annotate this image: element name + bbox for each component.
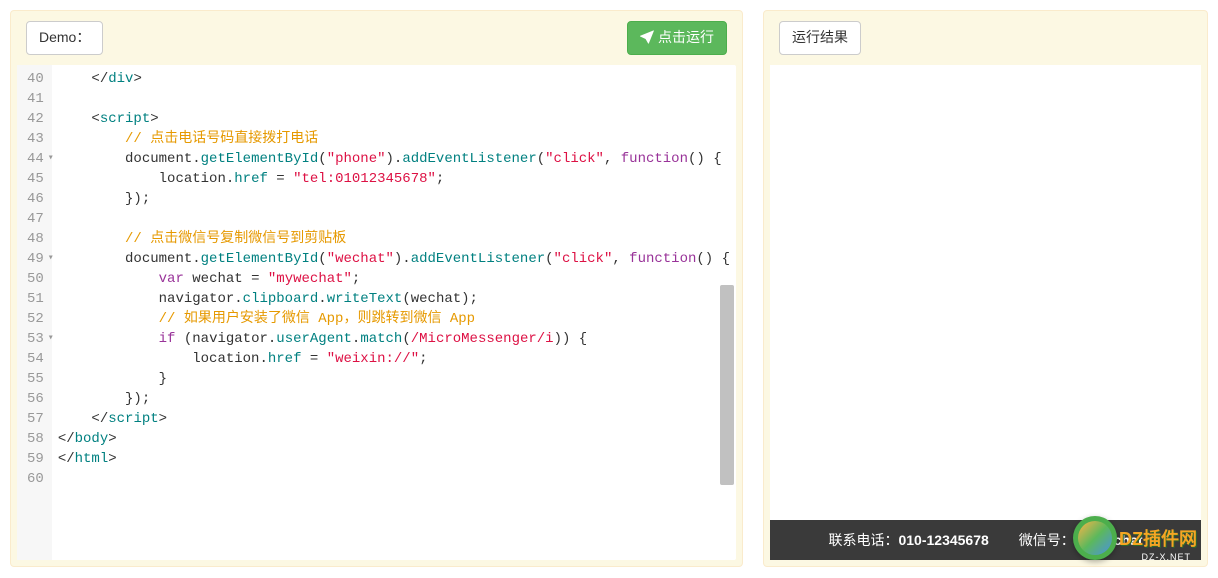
line-number: 57 xyxy=(27,409,44,429)
editor-body: 4041424344454647484950515253545556575859… xyxy=(17,65,736,560)
code-line[interactable]: </script> xyxy=(58,409,730,429)
line-number: 47 xyxy=(27,209,44,229)
line-number: 50 xyxy=(27,269,44,289)
line-number: 53 xyxy=(27,329,44,349)
code-line[interactable] xyxy=(58,89,730,109)
vertical-scrollbar[interactable] xyxy=(720,285,734,485)
line-number: 46 xyxy=(27,189,44,209)
line-number: 40 xyxy=(27,69,44,89)
line-number: 55 xyxy=(27,369,44,389)
run-button-label: 点击运行 xyxy=(658,29,714,45)
line-number: 42 xyxy=(27,109,44,129)
demo-panel: Demo： 点击运行 40414243444546474849505152535… xyxy=(10,10,743,567)
watermark-logo-icon xyxy=(1073,516,1117,560)
code-line[interactable] xyxy=(58,469,730,489)
code-line[interactable]: var wechat = "mywechat"; xyxy=(58,269,730,289)
line-number: 56 xyxy=(27,389,44,409)
code-line[interactable]: </html> xyxy=(58,449,730,469)
line-number: 43 xyxy=(27,129,44,149)
line-number: 49 xyxy=(27,249,44,269)
watermark-subtext: DZ-X.NET xyxy=(1142,552,1192,562)
code-line[interactable]: } xyxy=(58,369,730,389)
code-line[interactable]: }); xyxy=(58,389,730,409)
code-line[interactable]: // 如果用户安装了微信 App，则跳转到微信 App xyxy=(58,309,730,329)
code-line[interactable]: <script> xyxy=(58,109,730,129)
line-number: 44 xyxy=(27,149,44,169)
code-line[interactable]: document.getElementById("wechat").addEve… xyxy=(58,249,730,269)
result-iframe: 联系电话：010-12345678 微信号：mywechat DZ插件网 DZ-… xyxy=(770,65,1201,560)
footer-phone-label: 联系电话： xyxy=(828,532,898,548)
line-number: 51 xyxy=(27,289,44,309)
line-number: 58 xyxy=(27,429,44,449)
code-line[interactable]: if (navigator.userAgent.match(/MicroMess… xyxy=(58,329,730,349)
run-button[interactable]: 点击运行 xyxy=(627,21,727,55)
watermark: DZ插件网 DZ-X.NET xyxy=(1073,516,1197,560)
code-line[interactable]: </body> xyxy=(58,429,730,449)
result-panel-heading: 运行结果 xyxy=(764,11,1207,65)
line-number: 52 xyxy=(27,309,44,329)
demo-label-button[interactable]: Demo： xyxy=(26,21,103,55)
demo-panel-heading: Demo： 点击运行 xyxy=(11,11,742,65)
code-line[interactable]: location.href = "weixin://"; xyxy=(58,349,730,369)
result-label-button[interactable]: 运行结果 xyxy=(779,21,861,55)
code-line[interactable]: }); xyxy=(58,189,730,209)
line-number: 54 xyxy=(27,349,44,369)
footer-phone-value: 010-12345678 xyxy=(898,532,988,548)
code-line[interactable]: </div> xyxy=(58,69,730,89)
code-area[interactable]: </div> <script> // 点击电话号码直接拨打电话 document… xyxy=(52,65,736,560)
code-line[interactable]: // 点击微信号复制微信号到剪贴板 xyxy=(58,229,730,249)
line-number: 41 xyxy=(27,89,44,109)
result-panel: 运行结果 联系电话：010-12345678 微信号：mywechat DZ插件… xyxy=(763,10,1208,567)
code-line[interactable]: location.href = "tel:01012345678"; xyxy=(58,169,730,189)
code-line[interactable] xyxy=(58,209,730,229)
line-number: 60 xyxy=(27,469,44,489)
footer-phone[interactable]: 联系电话：010-12345678 xyxy=(828,530,988,550)
code-editor[interactable]: 4041424344454647484950515253545556575859… xyxy=(17,65,736,560)
line-gutter: 4041424344454647484950515253545556575859… xyxy=(17,65,52,560)
code-line[interactable]: navigator.clipboard.writeText(wechat); xyxy=(58,289,730,309)
line-number: 48 xyxy=(27,229,44,249)
line-number: 45 xyxy=(27,169,44,189)
code-line[interactable]: document.getElementById("phone").addEven… xyxy=(58,149,730,169)
code-line[interactable]: // 点击电话号码直接拨打电话 xyxy=(58,129,730,149)
paper-plane-icon xyxy=(640,30,654,44)
watermark-text: DZ插件网 xyxy=(1119,525,1197,551)
line-number: 59 xyxy=(27,449,44,469)
footer-wechat-label: 微信号： xyxy=(1019,532,1075,548)
two-column-layout: Demo： 点击运行 40414243444546474849505152535… xyxy=(10,10,1208,567)
